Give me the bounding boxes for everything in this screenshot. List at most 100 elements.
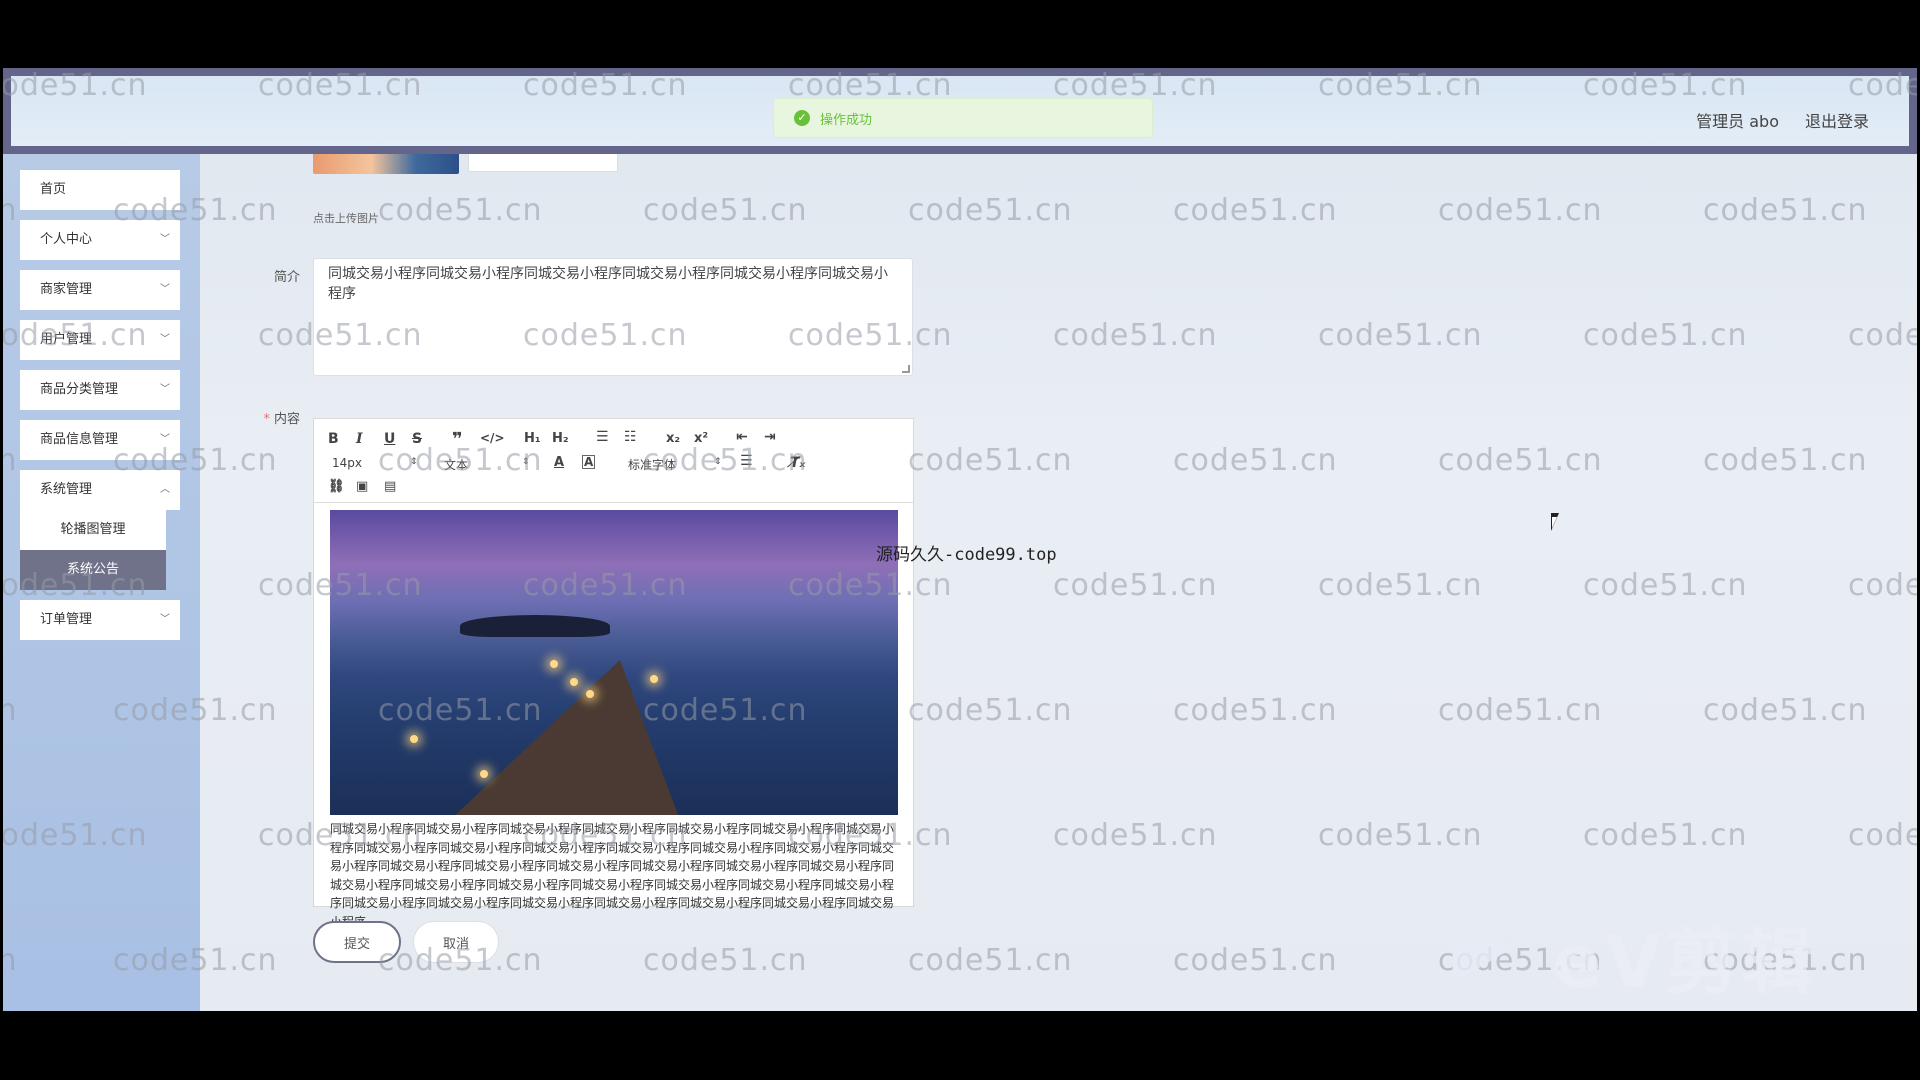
font-family-select[interactable]: 标准字体 ⇕ (628, 456, 722, 473)
watermark-text: code51.cn (643, 193, 808, 228)
watermark-text: code51.cn (1053, 818, 1218, 853)
video-icon[interactable]: ▤ (384, 479, 396, 494)
submenu-item-carousel[interactable]: 轮播图管理 (20, 510, 166, 550)
watermark-text: code51.cn (1173, 193, 1338, 228)
sidebar-item-label: 订单管理 (40, 612, 93, 627)
image-light (410, 735, 418, 743)
watermark-text: code51.cn (1053, 318, 1218, 353)
chevron-down-icon: ﹀ (160, 284, 170, 295)
image-light (650, 675, 658, 683)
sidebar-item-orders[interactable]: 订单管理 ﹀ (20, 600, 180, 640)
uploaded-image-thumbnail[interactable] (313, 154, 459, 174)
subscript-icon[interactable]: x₂ (666, 431, 680, 446)
italic-icon[interactable]: I (356, 431, 363, 447)
content-label-text: 内容 (273, 412, 300, 427)
image-pier (450, 660, 680, 815)
text-style-value: 文本 (444, 458, 469, 472)
chevron-down-icon: ﹀ (160, 334, 170, 345)
play-icon (1453, 913, 1513, 983)
watermark-text: code51.cn (1848, 568, 1917, 603)
select-arrows-icon: ⇕ (522, 457, 530, 467)
letterbox-bottom (0, 1011, 1920, 1080)
upload-hint: 点击上传图片 (313, 212, 379, 225)
rich-text-editor[interactable]: B I U S ❞ </> H₁ H₂ ☰ ☷ x₂ x² ⇤ ⇥ 14px ⇕ … (313, 418, 914, 929)
outdent-icon[interactable]: ⇤ (736, 429, 748, 445)
intro-label: 简介 (273, 270, 300, 285)
watermark-text: code51.cn (1583, 568, 1748, 603)
underline-icon[interactable]: U (384, 431, 395, 447)
cancel-button[interactable]: 取消 (413, 921, 499, 963)
strikethrough-icon[interactable]: S (412, 431, 422, 447)
code-icon[interactable]: </> (480, 431, 505, 445)
upload-placeholder[interactable] (468, 154, 618, 172)
bullet-list-icon[interactable]: ☷ (624, 429, 637, 445)
sidebar-item-users[interactable]: 用户管理 ﹀ (20, 320, 180, 360)
sidebar-item-label: 用户管理 (40, 332, 93, 347)
chevron-down-icon: ﹀ (160, 234, 170, 245)
submenu-item-announcement[interactable]: 系统公告 (20, 550, 166, 590)
watermark-text: code51.cn (908, 443, 1073, 478)
intro-textarea[interactable]: 同城交易小程序同城交易小程序同城交易小程序同城交易小程序同城交易小程序同城交易小… (313, 258, 913, 376)
watermark-text: code51.cn (1173, 693, 1338, 728)
content-image[interactable] (330, 510, 898, 815)
sidebar-item-label: 首页 (40, 182, 67, 197)
bold-icon[interactable]: B (328, 431, 339, 447)
sidebar-item-home[interactable]: 首页 (20, 170, 180, 210)
link-icon[interactable]: ⛓ (328, 479, 345, 494)
font-size-select[interactable]: 14px ⇕ (332, 456, 418, 470)
watermark-text: code51.cn (1318, 318, 1483, 353)
sidebar-item-system[interactable]: 系统管理 ︿ (20, 470, 180, 510)
watermark-text: code51.cn (1173, 443, 1338, 478)
submit-button[interactable]: 提交 (313, 921, 401, 963)
watermark-text: code51.cn (1848, 318, 1917, 353)
sidebar-item-personal-center[interactable]: 个人中心 ﹀ (20, 220, 180, 260)
blockquote-icon[interactable]: ❞ (452, 429, 463, 450)
watermark-text: code51.cn (643, 943, 808, 978)
watermark-text: code51.cn (1173, 943, 1338, 978)
watermark-text: code51.cn (1583, 818, 1748, 853)
watermark-text: code51.cn (1438, 443, 1603, 478)
sidebar: 首页 个人中心 ﹀ 商家管理 ﹀ 用户管理 ﹀ 商品分类管理 ﹀ 商品信息管理 ﹀ 系统管… (3, 154, 200, 1011)
sidebar-item-label: 个人中心 (40, 232, 93, 247)
watermark-text: code51.cn (1583, 318, 1748, 353)
logout-button[interactable]: 退出登录 (1805, 108, 1869, 132)
watermark-text: code51.cn (1438, 193, 1603, 228)
editor-body-text[interactable]: 同城交易小程序同城交易小程序同城交易小程序同城交易小程序同城交易小程序同城交易小… (330, 820, 900, 931)
watermark-text: code51.cn (1438, 943, 1603, 978)
check-circle-icon: ✓ (794, 110, 810, 126)
sidebar-item-merchant[interactable]: 商家管理 ﹀ (20, 270, 180, 310)
indent-icon[interactable]: ⇥ (764, 429, 776, 445)
watermark-text: code51.cn (378, 193, 543, 228)
heading2-icon[interactable]: H₂ (552, 431, 569, 446)
font-color-icon[interactable]: A (554, 455, 564, 470)
select-arrows-icon: ⇕ (714, 457, 722, 467)
ev-logo: eV剪辑 (1453, 903, 1833, 1004)
image-light (570, 678, 578, 686)
image-icon[interactable]: ▣ (356, 479, 368, 494)
superscript-icon[interactable]: x² (694, 431, 708, 446)
ordered-list-icon[interactable]: ☰ (596, 429, 609, 445)
ev-logo-text: eV剪辑 (1553, 920, 1818, 1004)
heading1-icon[interactable]: H₁ (524, 431, 541, 446)
clear-format-icon[interactable]: T̸ₓ (790, 455, 805, 471)
background-color-icon[interactable]: A (582, 455, 596, 469)
watermark-text: code51.cn (908, 693, 1073, 728)
image-island (460, 615, 610, 637)
watermark-text: code51.cn (1703, 693, 1868, 728)
align-icon[interactable]: ☰ (740, 453, 753, 469)
editor-toolbar: B I U S ❞ </> H₁ H₂ ☰ ☷ x₂ x² ⇤ ⇥ 14px ⇕ … (314, 419, 913, 503)
watermark-text: code51.cn (1318, 818, 1483, 853)
sidebar-item-product-info[interactable]: 商品信息管理 ﹀ (20, 420, 180, 460)
image-light (480, 770, 488, 778)
text-style-select[interactable]: 文本 ⇕ (444, 456, 530, 473)
resize-handle-icon[interactable] (902, 365, 910, 373)
chevron-down-icon: ﹀ (160, 384, 170, 395)
watermark-text: code51.cn (908, 193, 1073, 228)
watermark-text: code51.cn (1848, 818, 1917, 853)
required-mark: * (263, 412, 270, 427)
font-family-value: 标准字体 (628, 458, 677, 472)
overlay-watermark-text: 源码久久-code99.top (876, 545, 1057, 565)
sidebar-item-label: 系统管理 (40, 482, 93, 497)
sidebar-item-label: 商品信息管理 (40, 432, 119, 447)
sidebar-item-category[interactable]: 商品分类管理 ﹀ (20, 370, 180, 410)
